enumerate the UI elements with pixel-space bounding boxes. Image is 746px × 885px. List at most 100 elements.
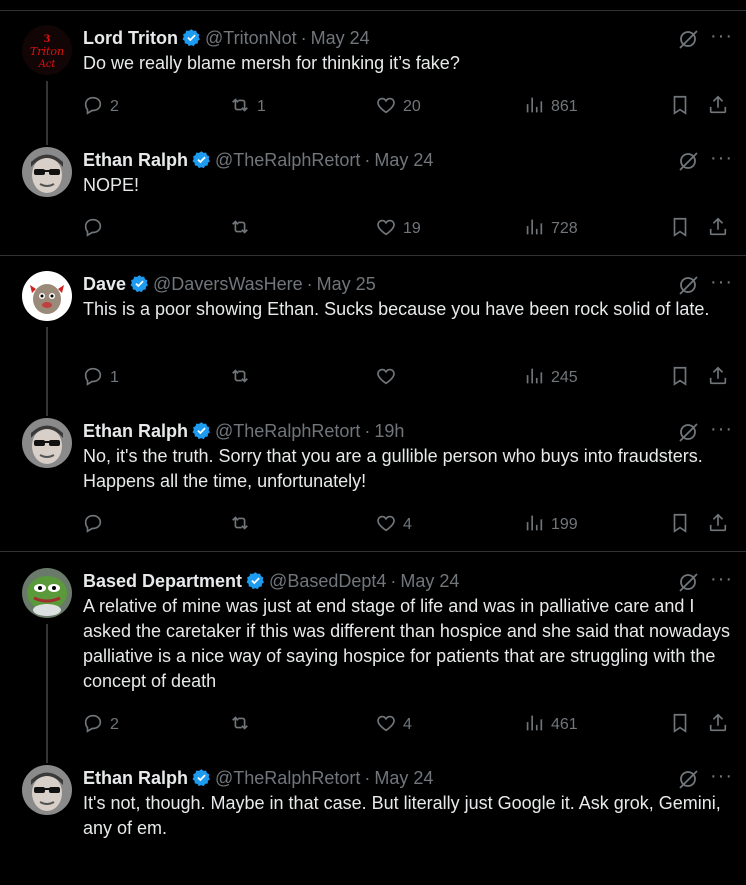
like-button[interactable]: 20: [375, 95, 421, 119]
repost-button[interactable]: [229, 217, 257, 241]
views-button-count: 461: [551, 716, 578, 733]
verified-badge-icon[interactable]: [246, 571, 265, 590]
reply-button-count: 1: [110, 369, 119, 386]
bookmark-button[interactable]: [669, 217, 691, 241]
reply-button[interactable]: 1: [82, 366, 119, 390]
reply-button[interactable]: [82, 513, 110, 537]
tweet[interactable]: Ethan Ralph @TheRalphRetort · May 24 ··· It's…: [0, 765, 746, 885]
user-handle[interactable]: @TheRalphRetort: [215, 421, 360, 441]
user-handle[interactable]: @TritonNot: [205, 28, 297, 48]
timestamp[interactable]: May 25: [317, 274, 376, 294]
verified-badge-icon[interactable]: [182, 28, 201, 47]
repost-button[interactable]: 1: [229, 95, 266, 119]
display-name[interactable]: Ethan Ralph: [83, 421, 188, 441]
share-button[interactable]: [707, 513, 729, 537]
bookmark-icon: [669, 712, 691, 739]
action-bar: 1 245: [82, 366, 732, 392]
user-handle[interactable]: @DaversWasHere: [153, 274, 303, 294]
share-icon: [707, 216, 729, 243]
tweet-text: Do we really blame mersh for thinking it…: [83, 53, 460, 73]
display-name[interactable]: Based Department: [83, 571, 242, 591]
more-options-icon[interactable]: ···: [710, 766, 732, 786]
more-options-icon[interactable]: ···: [710, 26, 732, 46]
heart-icon: [375, 712, 397, 739]
repost-icon: [229, 712, 251, 739]
tweet-header: Ethan Ralph @TheRalphRetort · May 24: [83, 765, 433, 791]
bookmark-button[interactable]: [669, 95, 691, 119]
timestamp[interactable]: May 24: [400, 571, 459, 591]
grok-icon[interactable]: [676, 27, 700, 51]
user-handle[interactable]: @TheRalphRetort: [215, 768, 360, 788]
like-button[interactable]: 19: [375, 217, 421, 241]
more-options-icon[interactable]: ···: [710, 272, 732, 292]
timestamp[interactable]: 19h: [374, 421, 404, 441]
reply-button[interactable]: 2: [82, 95, 119, 119]
heart-icon: [375, 94, 397, 121]
user-handle[interactable]: @BasedDept4: [269, 571, 386, 591]
dot-separator: ·: [300, 28, 307, 48]
tweet[interactable]: Based Department @BasedDept4 · May 24 ··· A r…: [0, 568, 746, 763]
share-icon: [707, 94, 729, 121]
display-name[interactable]: Ethan Ralph: [83, 768, 188, 788]
timestamp[interactable]: May 24: [374, 768, 433, 788]
timestamp[interactable]: May 24: [374, 150, 433, 170]
grok-icon[interactable]: [676, 149, 700, 173]
views-button[interactable]: 199: [523, 513, 578, 537]
repost-button[interactable]: [229, 366, 257, 390]
bookmark-button[interactable]: [669, 713, 691, 737]
avatar[interactable]: 3 Triton Act: [22, 25, 72, 75]
tweet[interactable]: Ethan Ralph @TheRalphRetort · May 24 ··· NOPE…: [0, 147, 746, 267]
like-button[interactable]: 4: [375, 713, 412, 737]
share-button[interactable]: [707, 366, 729, 390]
share-button[interactable]: [707, 217, 729, 241]
verified-badge-icon[interactable]: [192, 421, 211, 440]
tweet[interactable]: 3 Triton Act Lord Triton @TritonNot · May 2…: [0, 25, 746, 145]
tweet[interactable]: Dave @DaversWasHere · May 25 ··· This is a po…: [0, 271, 746, 416]
reply-icon: [82, 365, 104, 392]
dot-separator: ·: [364, 150, 371, 170]
display-name[interactable]: Dave: [83, 274, 126, 294]
display-name[interactable]: Lord Triton: [83, 28, 178, 48]
tweet-top-actions: ···: [676, 419, 732, 444]
share-button[interactable]: [707, 95, 729, 119]
verified-badge-icon[interactable]: [130, 274, 149, 293]
grok-icon[interactable]: [676, 420, 700, 444]
views-button[interactable]: 728: [523, 217, 578, 241]
avatar[interactable]: [22, 271, 72, 321]
verified-badge-icon[interactable]: [192, 150, 211, 169]
timestamp[interactable]: May 24: [311, 28, 370, 48]
views-chart-icon: [523, 512, 545, 539]
more-options-icon[interactable]: ···: [710, 148, 732, 168]
user-handle[interactable]: @TheRalphRetort: [215, 150, 360, 170]
repost-icon: [229, 216, 251, 243]
thread-line: [46, 624, 48, 763]
repost-button[interactable]: [229, 513, 257, 537]
action-bar: 4 199: [82, 513, 732, 539]
action-bar: 19 728: [82, 217, 732, 243]
tweet-header: Dave @DaversWasHere · May 25: [83, 271, 376, 297]
views-button[interactable]: 245: [523, 366, 578, 390]
avatar[interactable]: [22, 418, 72, 468]
verified-badge-icon[interactable]: [192, 768, 211, 787]
bookmark-button[interactable]: [669, 513, 691, 537]
more-options-icon[interactable]: ···: [710, 569, 732, 589]
avatar[interactable]: [22, 147, 72, 197]
views-button[interactable]: 861: [523, 95, 578, 119]
more-options-icon[interactable]: ···: [710, 419, 732, 439]
repost-button[interactable]: [229, 713, 257, 737]
grok-icon[interactable]: [676, 273, 700, 297]
grok-icon[interactable]: [676, 570, 700, 594]
tweet[interactable]: Ethan Ralph @TheRalphRetort · 19h ··· No, it'…: [0, 418, 746, 538]
reply-button[interactable]: 2: [82, 713, 119, 737]
reply-button[interactable]: [82, 217, 110, 241]
bookmark-button[interactable]: [669, 366, 691, 390]
views-button[interactable]: 461: [523, 713, 578, 737]
avatar[interactable]: [22, 765, 72, 815]
tweet-text: A relative of mine was just at end stage…: [83, 596, 731, 691]
grok-icon[interactable]: [676, 767, 700, 791]
display-name[interactable]: Ethan Ralph: [83, 150, 188, 170]
avatar[interactable]: [22, 568, 72, 618]
share-button[interactable]: [707, 713, 729, 737]
like-button[interactable]: 4: [375, 513, 412, 537]
like-button[interactable]: [375, 366, 403, 390]
